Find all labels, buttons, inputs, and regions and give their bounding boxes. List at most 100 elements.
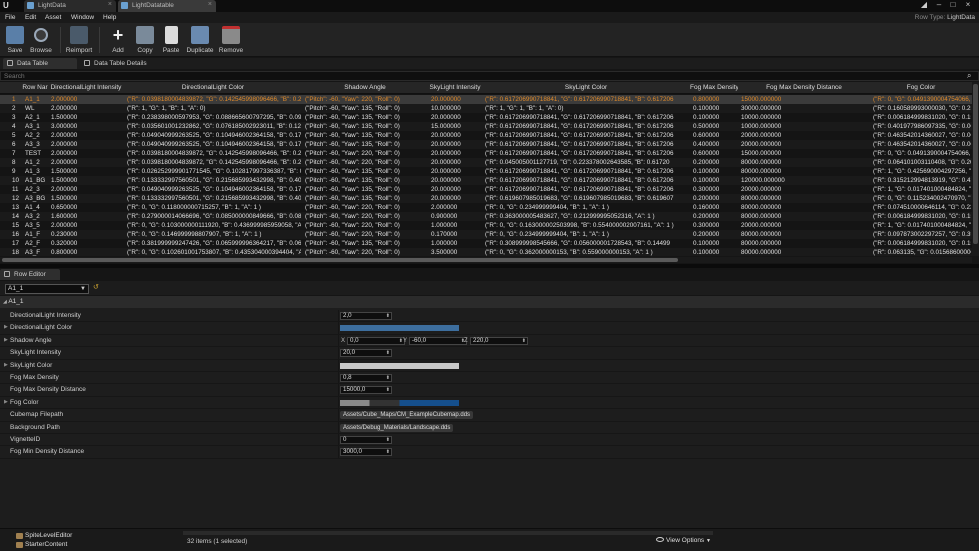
expand-arrow-icon[interactable]: ▶ (4, 324, 8, 330)
close-icon[interactable]: × (208, 1, 212, 8)
table-cell: ("R": 0.0398180004839872, "G": 0.1425459… (127, 150, 301, 157)
table-row[interactable]: 2 WL 2.000000 ("R": 1, "G": 1, "B": 1, "A":… (0, 104, 972, 113)
table-cell: 1.000000 (431, 240, 458, 247)
table-cell: A2_2 (25, 132, 40, 139)
expand-arrow-icon[interactable]: ▶ (4, 337, 8, 343)
number-input[interactable]: 0 ⬍ (340, 436, 392, 444)
table-cell: 10000.000000 (741, 114, 782, 121)
vector-y-input[interactable]: -60,0 ⬍ (409, 336, 467, 345)
folder-item[interactable]: SpiteLevelEditor (16, 532, 72, 540)
table-row[interactable]: 1 A1_1 2.000000 ("R": 0.0398180004839872, "… (0, 95, 972, 104)
scroll-thumb[interactable] (973, 84, 978, 244)
table-row[interactable]: 3 A2_1 1.500000 ("R": 0.238398000597953, "G… (0, 113, 972, 122)
tab-data-table-details[interactable]: Data Table Details (80, 58, 160, 69)
row-select-dropdown[interactable]: A1_1 ▼ (5, 284, 89, 294)
table-row[interactable]: 9 A1_3 1.500000 ("R": 0.026252999901771545,… (0, 167, 972, 176)
table-row[interactable]: 14 A3_2 1.600000 ("R": 0.279000014066696, "… (0, 212, 972, 221)
number-input[interactable]: 15000,0 ⬍ (340, 386, 392, 395)
menu-asset[interactable]: Asset (45, 14, 61, 21)
table-row[interactable]: 11 A2_3 2.000000 ("R": 0.049040999263525, "… (0, 185, 972, 194)
table-row[interactable]: 18 A3_F 0.800000 ("R": 0, "G": 0.1026010017… (0, 248, 972, 256)
column-header[interactable]: Fog Max Density (690, 82, 738, 94)
column-header[interactable]: Fog Color (870, 82, 972, 94)
table-row[interactable]: 17 A2_F 0.320000 ("R": 0.381999999247426, "… (0, 239, 972, 248)
thumbnail-strip (183, 531, 713, 535)
notification-icon[interactable]: ◢ (918, 0, 930, 10)
table-row[interactable]: 12 A3_BG 1.500000 ("R": 0.133332997560501, … (0, 194, 972, 203)
search-icon[interactable]: ⌕ (967, 72, 975, 80)
path-field[interactable]: Assets/Debug_Materials/Landscape.dds (340, 423, 454, 432)
table-row[interactable]: 4 A3_1 3.000000 ("R": 0.035601001232862, "G… (0, 122, 972, 131)
reimport-button[interactable]: Reimport (64, 25, 94, 55)
column-header[interactable] (0, 82, 22, 94)
column-header[interactable]: Row Nar (22, 82, 48, 94)
menu-help[interactable]: Help (103, 14, 116, 21)
path-value: Assets/Cube_Maps/CM_ExampleCubemap.dds (343, 412, 471, 419)
table-cell: 10.000000 (431, 105, 461, 112)
table-row[interactable]: 7 TEST 2.000000 ("R": 0.0398180004839872, "… (0, 149, 972, 158)
minimize-icon[interactable]: – (933, 0, 945, 10)
table-row[interactable]: 13 A1_4 0.650000 ("R": 0, "G": 0.1180000007… (0, 203, 972, 212)
column-header[interactable]: Shadow Angle (302, 82, 428, 94)
color-swatch[interactable] (340, 362, 459, 369)
tab-lightdatatable[interactable]: LightDatatable × (118, 0, 216, 12)
color-swatch[interactable] (340, 399, 459, 406)
spinner-icon: ⬍ (385, 375, 390, 381)
column-header[interactable]: SkyLight Color (482, 82, 690, 94)
table-cell: 2.000000 (51, 222, 78, 229)
column-header[interactable]: Fog Max Density Distance (738, 82, 870, 94)
number-input[interactable]: 2,0 ⬍ (340, 312, 392, 320)
number-input[interactable]: 20,0 ⬍ (340, 349, 392, 358)
close-window-icon[interactable]: × (962, 0, 974, 10)
tab-data-table[interactable]: Data Table (3, 58, 77, 69)
number-input[interactable]: 3000,0 ⬍ (340, 448, 392, 457)
reset-icon[interactable]: ↺ (93, 284, 99, 291)
vertical-scrollbar[interactable] (972, 82, 979, 256)
menu-edit[interactable]: Edit (25, 14, 36, 21)
search-input[interactable]: Search ⌕ (0, 71, 979, 81)
menu-window[interactable]: Window (71, 14, 94, 21)
column-header[interactable]: DirectionalLight Intensity (48, 82, 124, 94)
collapse-arrow-icon: ◢ (3, 299, 7, 305)
column-divider (338, 434, 339, 446)
panel-splitter[interactable] (0, 264, 979, 268)
view-options-button[interactable]: View Options ▼ (656, 537, 711, 544)
expand-arrow-icon[interactable]: ▶ (4, 362, 8, 368)
close-icon[interactable]: × (108, 1, 112, 8)
spinner-icon: ⬍ (521, 337, 526, 344)
folder-item[interactable]: StarterContent (16, 541, 67, 549)
table-row[interactable]: 8 A1_2 2.000000 ("R": 0.0398180004839872, "… (0, 158, 972, 167)
table-row[interactable]: 15 A3_5 2.000000 ("R": 0, "G": 0.1030000001… (0, 221, 972, 230)
color-swatch[interactable] (340, 325, 459, 332)
table-row[interactable]: 6 A3_3 2.000000 ("R": 0.049040999263525, "G… (0, 140, 972, 149)
eye-icon (656, 537, 664, 542)
column-header[interactable]: DirectionalLight Color (124, 82, 302, 94)
tab-lightdata[interactable]: LightData × (24, 0, 116, 12)
number-input[interactable]: 0,8 ⬍ (340, 374, 392, 382)
tab-row-editor[interactable]: Row Editor (0, 269, 60, 280)
browse-button[interactable]: Browse (26, 25, 56, 55)
column-divider (338, 372, 339, 384)
table-header: Row Nar DirectionalLight Intensity Directi… (0, 82, 972, 94)
table-cell: ("Pitch": -60, "Yaw": 135, "Roll": 0) (305, 114, 400, 121)
vector-x-input[interactable]: 0,0 ⬍ (347, 336, 405, 345)
column-header[interactable]: SkyLight Intensity (428, 82, 482, 94)
duplicate-button[interactable]: Duplicate (185, 25, 215, 55)
category-header[interactable]: ◢ A1_1 (0, 296, 979, 308)
table-row[interactable]: 10 A1_BG 1.500000 ("R": 0.133332997560501, … (0, 176, 972, 185)
scroll-thumb[interactable] (2, 258, 678, 262)
table-row[interactable]: 16 A1_F 0.230000 ("R": 0, "G": 0.1469999988… (0, 230, 972, 239)
table-row[interactable]: 5 A2_2 2.000000 ("R": 0.049040999263525, "G… (0, 131, 972, 140)
remove-button[interactable]: Remove (216, 25, 246, 55)
table-cell: ("R": 0.0398180004839872, "G": 0.1425459… (127, 159, 301, 166)
paste-button[interactable]: Paste (156, 25, 186, 55)
property-row: ▶ Fog Color (0, 396, 979, 410)
vector-z-input[interactable]: 220,0 ⬍ (470, 336, 528, 345)
panel-tabs: Data Table Data Table Details (0, 58, 979, 69)
maximize-icon[interactable]: □ (947, 0, 959, 10)
menu-file[interactable]: File (5, 14, 15, 21)
add-button[interactable]: + Add (103, 25, 133, 55)
horizontal-scrollbar[interactable] (0, 257, 972, 263)
path-field[interactable]: Assets/Cube_Maps/CM_ExampleCubemap.dds (340, 411, 474, 420)
expand-arrow-icon[interactable]: ▶ (4, 399, 8, 405)
